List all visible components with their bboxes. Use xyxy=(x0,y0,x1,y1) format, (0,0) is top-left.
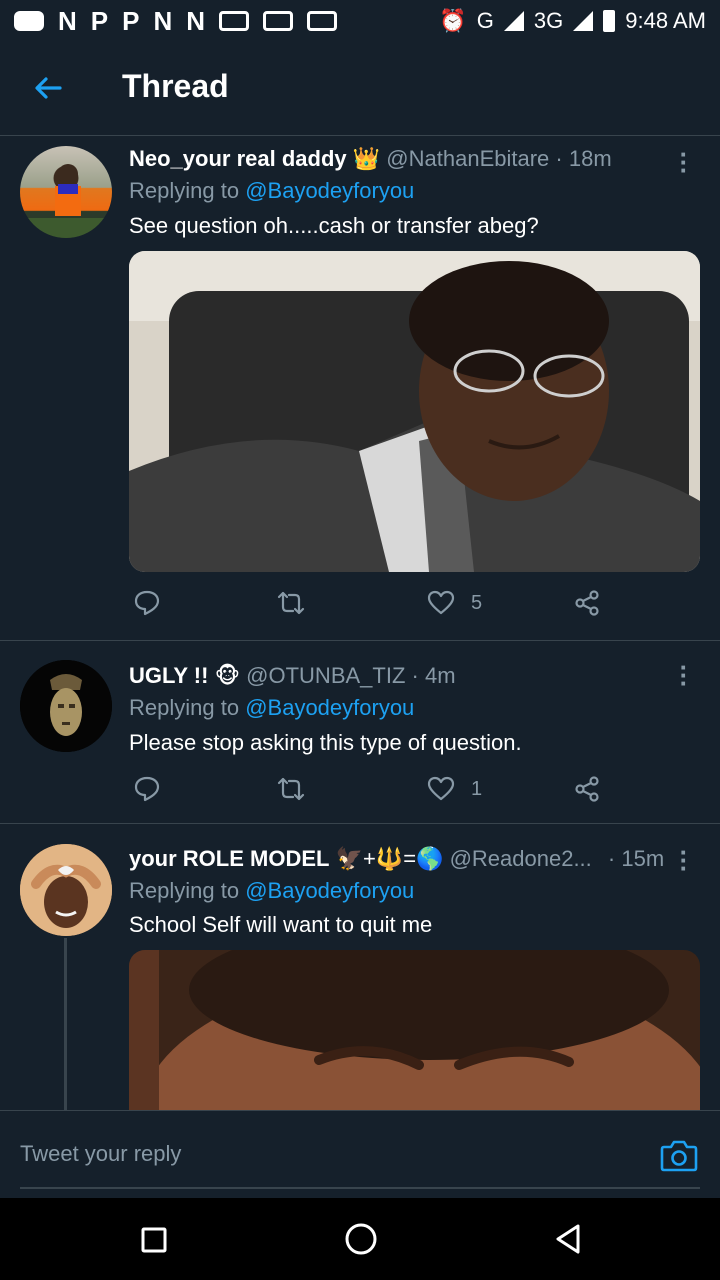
avatar[interactable] xyxy=(20,660,112,752)
page-title: Thread xyxy=(122,68,229,104)
back-nav-icon[interactable] xyxy=(553,1223,583,1255)
share-button[interactable] xyxy=(573,775,601,803)
share-button[interactable] xyxy=(573,589,601,617)
notification-icons: N P P N N xyxy=(14,8,439,34)
youtube-icon xyxy=(219,11,250,31)
replying-to: Replying to @Bayodeyforyou xyxy=(129,695,414,721)
tweet-image[interactable] xyxy=(129,950,700,1120)
camera-icon[interactable] xyxy=(660,1137,698,1173)
notification-icon-n: N xyxy=(153,6,173,36)
avatar-mask-icon xyxy=(20,660,112,752)
tweet-header: your ROLE MODEL 🦅+🔱=🌎 @Readone2... · 15m xyxy=(129,846,664,872)
app-header: Thread xyxy=(0,42,720,136)
tweet-image[interactable] xyxy=(129,251,700,572)
meme-photo-icon xyxy=(129,251,700,572)
home-icon[interactable] xyxy=(344,1222,378,1256)
alarm-icon: ⏰ xyxy=(439,8,467,33)
replying-to-label: Replying to xyxy=(129,695,240,720)
crown-emoji: 👑 xyxy=(352,146,381,171)
like-count: 5 xyxy=(471,591,483,614)
like-count: 1 xyxy=(471,777,483,800)
timestamp: · 4m xyxy=(411,663,456,688)
retweet-button[interactable] xyxy=(275,775,307,803)
messaging-icon xyxy=(14,11,44,31)
network-label: G xyxy=(476,8,494,33)
notification-icon-p: P xyxy=(90,6,109,36)
reply-input-underline xyxy=(20,1187,700,1189)
mention-link[interactable]: @Bayodeyforyou xyxy=(245,695,414,720)
network-type-label: 3G xyxy=(533,8,564,33)
retweet-button[interactable] xyxy=(275,589,307,617)
like-button[interactable]: 1 xyxy=(427,775,482,803)
tweet-text: Please stop asking this type of question… xyxy=(129,730,522,755)
user-handle[interactable]: @Readone2... xyxy=(450,846,592,871)
replying-to: Replying to @Bayodeyforyou xyxy=(129,178,414,204)
tweet[interactable]: UGLY !! 🐵 @OTUNBA_TIZ · 4m · · · Replying … xyxy=(0,641,720,823)
signal-icon-2 xyxy=(573,11,594,31)
mention-link[interactable]: @Bayodeyforyou xyxy=(245,878,414,903)
notification-icon-p: P xyxy=(122,6,140,36)
monkey-emoji: 🐵 xyxy=(214,663,241,688)
share-icon xyxy=(575,776,599,802)
name-emojis: 🦅+🔱=🌎 xyxy=(335,846,444,871)
clock: 9:48 AM xyxy=(625,8,706,33)
mail-icon xyxy=(263,11,294,31)
reply-input[interactable]: Tweet your reply xyxy=(20,1141,181,1167)
reply-button[interactable] xyxy=(133,589,161,617)
like-button[interactable]: 5 xyxy=(427,589,482,617)
timestamp: · 18m xyxy=(555,146,612,171)
reply-button[interactable] xyxy=(133,775,161,803)
more-options-icon[interactable]: · · · xyxy=(676,141,692,183)
share-icon xyxy=(575,590,599,616)
reply-icon xyxy=(134,590,160,616)
heart-icon xyxy=(427,776,455,801)
user-handle[interactable]: @OTUNBA_TIZ xyxy=(246,663,405,688)
replying-to-label: Replying to xyxy=(129,878,240,903)
gmail-icon xyxy=(307,11,338,31)
timestamp: · 15m xyxy=(607,846,665,871)
display-name[interactable]: UGLY !! xyxy=(129,663,208,688)
status-bar: N P P N N ⏰ G 3G 9:48 AM xyxy=(0,0,720,42)
meme-photo-icon xyxy=(129,950,700,1120)
thread-connector-line xyxy=(64,938,67,1110)
mention-link[interactable]: @Bayodeyforyou xyxy=(245,178,414,203)
battery-icon xyxy=(603,10,616,32)
reply-icon xyxy=(134,776,160,802)
notification-icon-n: N xyxy=(186,6,206,36)
replying-to-label: Replying to xyxy=(129,178,240,203)
tweet[interactable]: Neo_your real daddy 👑 @NathanEbitare · 1… xyxy=(0,136,720,640)
replying-to: Replying to @Bayodeyforyou xyxy=(129,878,414,904)
signal-icon xyxy=(503,11,524,31)
tweet-text: School Self will want to quit me xyxy=(129,912,433,937)
display-name[interactable]: your ROLE MODEL xyxy=(129,846,329,871)
back-arrow-icon[interactable] xyxy=(30,70,66,106)
tweet-header: Neo_your real daddy 👑 @NathanEbitare · 1… xyxy=(129,146,612,172)
tweet-text: See question oh.....cash or transfer abe… xyxy=(129,213,539,238)
reply-composer: Tweet your reply xyxy=(0,1110,720,1198)
avatar[interactable] xyxy=(20,844,112,936)
display-name[interactable]: Neo_your real daddy xyxy=(129,146,347,171)
tweet[interactable]: your ROLE MODEL 🦅+🔱=🌎 @Readone2... · 15m… xyxy=(0,824,720,1120)
avatar-photo-icon xyxy=(20,164,112,238)
retweet-icon xyxy=(277,591,305,615)
tweet-actions: 5 xyxy=(129,589,700,629)
more-options-icon[interactable]: · · · xyxy=(676,654,692,696)
tweet-header: UGLY !! 🐵 @OTUNBA_TIZ · 4m xyxy=(129,663,456,689)
tweet-actions: 1 xyxy=(129,775,700,815)
heart-icon xyxy=(427,590,455,615)
retweet-icon xyxy=(277,777,305,801)
avatar[interactable] xyxy=(20,146,112,238)
more-options-icon[interactable]: · · · xyxy=(676,839,692,881)
system-status: ⏰ G 3G 9:48 AM xyxy=(439,8,706,34)
notification-icon-n: N xyxy=(58,6,77,36)
recent-apps-icon[interactable] xyxy=(140,1226,168,1254)
system-navigation-bar xyxy=(0,1198,720,1280)
avatar-photo-icon xyxy=(20,844,112,936)
user-handle[interactable]: @NathanEbitare xyxy=(386,146,549,171)
